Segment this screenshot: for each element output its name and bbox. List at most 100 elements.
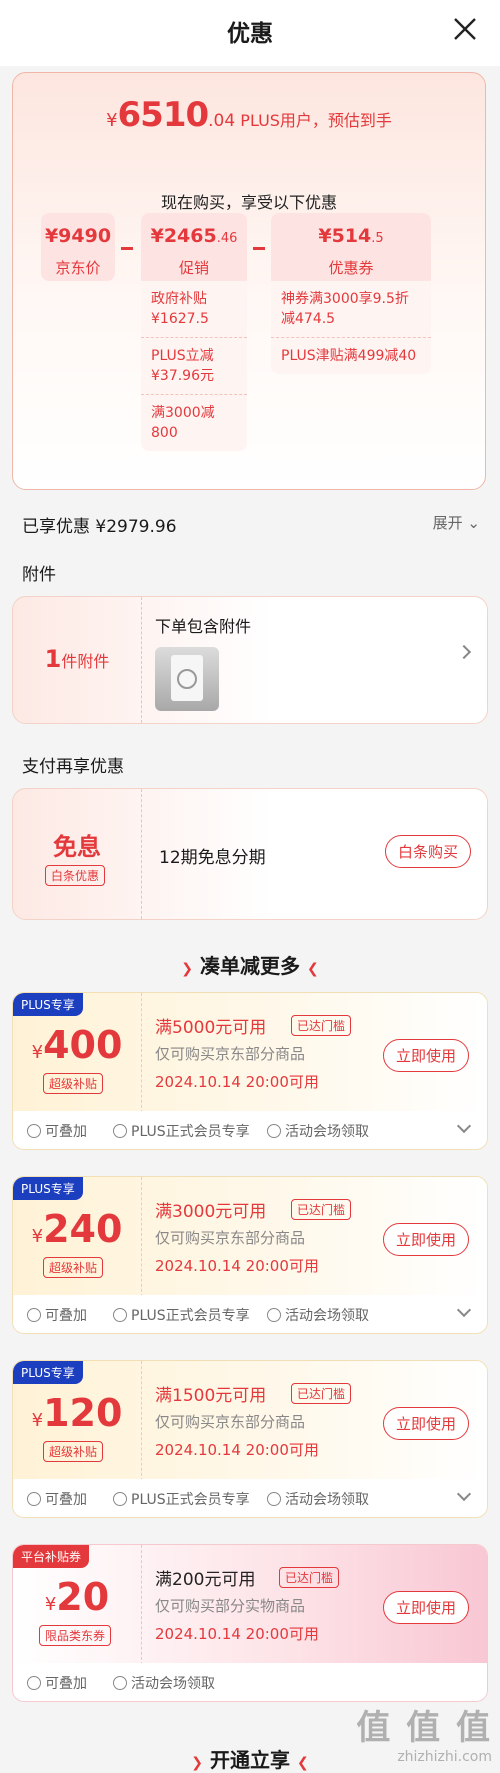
stackable-note: 可叠加 [27, 1489, 87, 1509]
coupon-reach-badge: 已达门槛 [291, 1015, 352, 1036]
coupon-divider [141, 993, 142, 1113]
promo-detail-item: 政府补贴 ¥1627.5 [141, 281, 247, 338]
jd-price-value: ¥9490 [44, 225, 112, 247]
chevron-down-icon[interactable] [456, 1118, 472, 1134]
promo-value: ¥2465.46 [141, 225, 247, 247]
coupon-time: 2024.10.14 20:00可用 [155, 1625, 319, 1643]
coupon-box: ¥514.5 优惠券 [271, 213, 431, 281]
washer-door [177, 669, 197, 689]
coupon-tag: 平台补贴券 [13, 1545, 90, 1568]
coupon-card: 平台补贴券 ¥20 限品类东券 满200元可用 已达门槛 仅可购买部分实物商品 … [12, 1544, 488, 1702]
jd-price-caption: 京东价 [55, 259, 101, 277]
coupon-scope: 仅可购买京东部分商品 [155, 1045, 306, 1063]
coupon-time: 2024.10.14 20:00可用 [155, 1257, 319, 1275]
chevron-right-icon [456, 644, 472, 660]
summary-subtitle: 现在购买，享受以下优惠 [160, 193, 337, 212]
more-title: ❯ 凑单减更多 ❮ [0, 950, 500, 979]
coupon-tag: PLUS专享 [13, 1361, 83, 1384]
coupon-condition: 满5000元可用 [155, 1018, 267, 1038]
coupon-yen: ¥ [31, 1226, 44, 1247]
coupon-bottom: 可叠加 PLUS正式会员专享 活动会场领取 [13, 1479, 487, 1517]
coupon-tag: PLUS专享 [13, 993, 83, 1016]
venue-label: 活动会场领取 [285, 1308, 369, 1324]
coupon-detail-item: 神券满3000享9.5折减474.5 [271, 281, 431, 338]
saved-amount: 已享优惠 ¥2979.96 [22, 517, 177, 537]
promo-detail-item: 满3000减800 [151, 405, 215, 441]
jd-price-box: ¥9490 京东价 [41, 213, 115, 281]
price-integer: 6510 [117, 95, 210, 135]
chevron-down-icon[interactable] [456, 1486, 472, 1502]
coupon-value-dec: .5 [371, 231, 384, 246]
header: 优惠 [0, 0, 500, 66]
coupon-yen: ¥ [44, 1594, 57, 1615]
stackable-note: 可叠加 [27, 1673, 87, 1693]
baitiao-buy-button[interactable]: 白条购买 [384, 835, 471, 868]
watermark-url: zhizhizhi.com [397, 1749, 492, 1765]
accessory-count-number: 1 [44, 645, 62, 673]
accessory-title: 下单包含附件 [155, 617, 252, 636]
crown-icon [113, 1124, 127, 1138]
accessory-card[interactable]: 1件附件 下单包含附件 [12, 596, 488, 724]
venue-label: 活动会场领取 [285, 1492, 369, 1508]
pay-badge: 免息 白条优惠 [13, 789, 142, 919]
coupon-kind: 超级补贴 [43, 1441, 104, 1462]
coupon-time: 2024.10.14 20:00可用 [155, 1441, 319, 1459]
chevron-down-icon: ⌄ [467, 514, 480, 532]
plus-only-label: PLUS正式会员专享 [131, 1308, 250, 1324]
crown-icon [113, 1492, 127, 1506]
stackable-label: 可叠加 [45, 1124, 87, 1140]
venue-note: 活动会场领取 [267, 1305, 369, 1325]
coupon-amount-number: 120 [43, 1391, 123, 1435]
coupon-kind: 超级补贴 [43, 1073, 104, 1094]
more-title-text: 凑单减更多 [200, 954, 300, 978]
accessory-count-text: 1件附件 [13, 645, 141, 673]
coupon-bottom: 可叠加 PLUS正式会员专享 活动会场领取 [13, 1295, 487, 1333]
currency-symbol: ¥ [106, 110, 118, 131]
venue-note: 活动会场领取 [267, 1489, 369, 1509]
plus-only-label: PLUS正式会员专享 [131, 1492, 250, 1508]
pay-badge-title: 免息 [53, 833, 101, 861]
coupon-value-int: ¥514 [318, 225, 372, 247]
promo-caption: 促销 [178, 259, 209, 277]
coupon-amount: ¥20 [13, 1575, 141, 1619]
coupon-scope: 仅可购买部分实物商品 [155, 1597, 306, 1615]
use-now-button[interactable]: 立即使用 [382, 1039, 469, 1072]
page-title: 优惠 [227, 21, 273, 47]
stack-icon [27, 1124, 41, 1138]
use-now-button[interactable]: 立即使用 [382, 1223, 469, 1256]
watermark-logo: 值 值 值 [356, 1708, 492, 1748]
venue-label: 活动会场领取 [131, 1676, 215, 1692]
use-now-button[interactable]: 立即使用 [382, 1407, 469, 1440]
price-label: PLUS用户，预估到手 [240, 111, 392, 130]
close-icon[interactable] [452, 16, 478, 42]
coupon-details: 神券满3000享9.5折减474.5 PLUS津贴满499减40 [271, 281, 431, 374]
coupon-card: PLUS专享 ¥120 超级补贴 满1500元可用 已达门槛 仅可购买京东部分商… [12, 1360, 488, 1518]
price-summary-card: ¥6510.04 PLUS用户，预估到手 现在购买，享受以下优惠 ¥9490 京… [12, 72, 486, 490]
coupon-reach-badge: 已达门槛 [291, 1199, 352, 1220]
coupon-amount-number: 240 [43, 1207, 123, 1251]
coupon-yen: ¥ [31, 1410, 44, 1431]
stackable-label: 可叠加 [45, 1308, 87, 1324]
venue-icon [113, 1676, 127, 1690]
accessory-section-title: 附件 [22, 565, 56, 585]
coupon-divider [141, 1545, 142, 1665]
promo-details: 政府补贴 ¥1627.5 PLUS立减 ¥37.96元 满3000减800 [141, 281, 247, 451]
expand-toggle[interactable]: 展开 ⌄ [433, 512, 480, 533]
coupon-bottom: 可叠加 活动会场领取 [13, 1663, 487, 1701]
coupon-divider [141, 1361, 142, 1481]
venue-icon [267, 1308, 281, 1322]
watermark: 值 值 值 zhizhizhi.com [356, 1700, 492, 1765]
crown-icon [113, 1308, 127, 1322]
coupon-card: PLUS专享 ¥400 超级补贴 满5000元可用 已达门槛 仅可购买京东部分商… [12, 992, 488, 1150]
coupon-kind: 限品类东券 [39, 1625, 112, 1646]
washer-image [171, 655, 203, 701]
accessory-thumbnail[interactable] [155, 647, 219, 711]
coupon-amount: ¥400 [13, 1023, 141, 1067]
use-now-button[interactable]: 立即使用 [382, 1591, 469, 1624]
chevron-down-icon[interactable] [456, 1302, 472, 1318]
price-decimal: .04 [208, 111, 236, 131]
plus-only-label: PLUS正式会员专享 [131, 1124, 250, 1140]
coupon-condition: 满1500元可用 [155, 1386, 267, 1406]
coupon-caption: 优惠券 [328, 259, 374, 277]
coupon-divider [141, 1177, 142, 1297]
